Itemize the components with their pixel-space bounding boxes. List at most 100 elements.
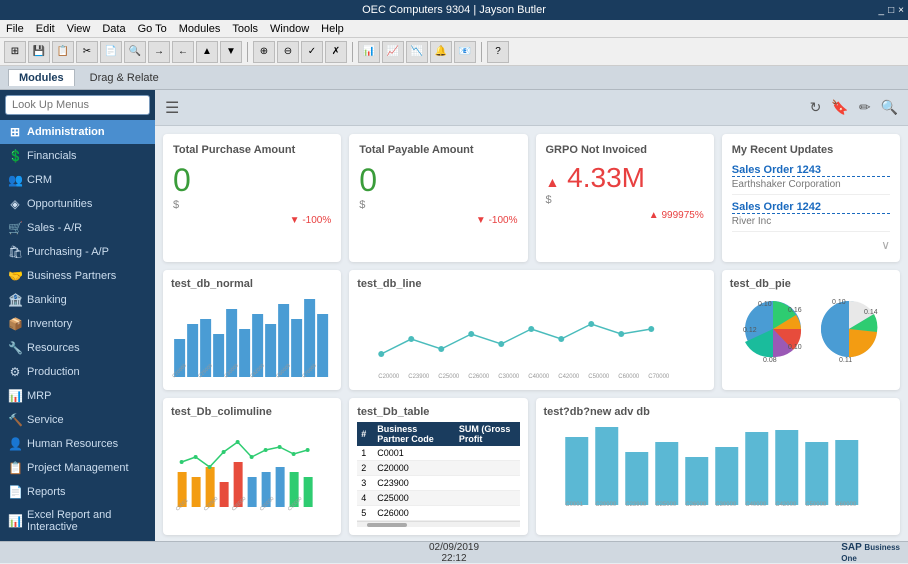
refresh-icon[interactable]: ↻ <box>810 99 822 116</box>
search-input[interactable] <box>5 95 150 115</box>
colimuline-chart-area: C0001 C23900 C26000 C30000 C50000 <box>171 422 333 515</box>
kpi-grpo-title: GRPO Not Invoiced <box>546 144 704 156</box>
table-scrollbar[interactable] <box>357 521 519 527</box>
sidebar-item-production[interactable]: ⚙ Production <box>0 360 155 384</box>
menu-bar: File Edit View Data Go To Modules Tools … <box>0 20 908 38</box>
window-controls[interactable]: _ □ × <box>879 5 904 16</box>
toolbar-btn-18[interactable]: 🔔 <box>430 41 452 63</box>
toolbar-btn-5[interactable]: 📄 <box>100 41 122 63</box>
menu-goto[interactable]: Go To <box>138 23 167 35</box>
toolbar-btn-17[interactable]: 📉 <box>406 41 428 63</box>
pie-2: 0.10 0.14 0.11 <box>814 294 884 367</box>
svg-text:0.08: 0.08 <box>763 357 777 364</box>
sidebar-item-service[interactable]: 🔨 Service <box>0 408 155 432</box>
toolbar-btn-20[interactable]: ? <box>487 41 509 63</box>
sidebar-item-project-management[interactable]: 📋 Project Management <box>0 456 155 480</box>
sidebar-item-excel-report[interactable]: 📊 Excel Report and Interactive <box>0 504 155 538</box>
adv-chart-card: test?db?new adv db C0001 C <box>536 398 901 535</box>
administration-icon: ⊞ <box>8 125 22 139</box>
toolbar-btn-9[interactable]: ▲ <box>196 41 218 63</box>
menu-tools[interactable]: Tools <box>232 23 258 35</box>
toolbar-btn-4[interactable]: ✂ <box>76 41 98 63</box>
tab-drag-relate[interactable]: Drag & Relate <box>79 69 170 87</box>
sidebar-item-opportunities[interactable]: ◈ Opportunities <box>0 192 155 216</box>
bar-chart-svg: C20000 C25000 C30000 C42000 C60000 C7000… <box>171 294 333 379</box>
excel-report-icon: 📊 <box>8 514 22 528</box>
toolbar-btn-14[interactable]: ✗ <box>325 41 347 63</box>
content-header-icons: ↻ 🔖 ✏ 🔍 <box>810 99 898 116</box>
toolbar-btn-7[interactable]: → <box>148 41 170 63</box>
toolbar-btn-16[interactable]: 📈 <box>382 41 404 63</box>
kpi-grpo-currency: $ <box>546 194 704 206</box>
table-chart-area: # Business Partner Code SUM (Gross Profi… <box>357 422 519 527</box>
svg-text:C50000: C50000 <box>589 374 611 379</box>
sidebar-label-financials: Financials <box>27 150 77 162</box>
sidebar-item-business-partners[interactable]: 🤝 Business Partners <box>0 264 155 288</box>
sidebar-item-reports[interactable]: 📄 Reports <box>0 480 155 504</box>
sidebar-label-project-management: Project Management <box>27 462 129 474</box>
search-icon[interactable]: 🔍 <box>881 99 898 116</box>
recent-updates-card: My Recent Updates Sales Order 1243 Earth… <box>722 134 900 262</box>
recent-sub-2: River Inc <box>732 216 890 232</box>
opportunities-icon: ◈ <box>8 197 22 211</box>
toolbar-btn-15[interactable]: 📊 <box>358 41 380 63</box>
sidebar-item-administration[interactable]: ⊞ Administration <box>0 120 155 144</box>
svg-text:C30000: C30000 <box>499 374 521 379</box>
maximize-btn[interactable]: □ <box>888 5 894 16</box>
table-row: 1 C0001 <box>357 446 519 461</box>
toolbar-btn-11[interactable]: ⊕ <box>253 41 275 63</box>
toolbar-btn-6[interactable]: 🔍 <box>124 41 146 63</box>
down-arrow-icon-2: ▼ <box>476 215 486 226</box>
sidebar-item-crm[interactable]: 👥 CRM <box>0 168 155 192</box>
sidebar-item-mrp[interactable]: 📊 MRP <box>0 384 155 408</box>
sidebar-label-reports: Reports <box>27 486 66 498</box>
sidebar-label-crm: CRM <box>27 174 52 186</box>
menu-data[interactable]: Data <box>102 23 125 35</box>
close-btn[interactable]: × <box>898 5 904 16</box>
line-chart-svg: C20000 C23900 C25000 C26000 C30000 C4000… <box>357 294 706 379</box>
sidebar-item-resources[interactable]: 🔧 Resources <box>0 336 155 360</box>
menu-file[interactable]: File <box>6 23 24 35</box>
toolbar-btn-2[interactable]: 💾 <box>28 41 50 63</box>
pie-chart-svg-1: 0.10 0.16 0.12 0.08 0.10 <box>738 294 808 364</box>
sidebar-item-financials[interactable]: 💲 Financials <box>0 144 155 168</box>
edit-icon[interactable]: ✏ <box>859 99 871 116</box>
sidebar-label-administration: Administration <box>27 126 105 138</box>
menu-window[interactable]: Window <box>270 23 309 35</box>
menu-help[interactable]: Help <box>321 23 344 35</box>
toolbar-btn-3[interactable]: 📋 <box>52 41 74 63</box>
sidebar-item-human-resources[interactable]: 👤 Human Resources <box>0 432 155 456</box>
sidebar-item-banking[interactable]: 🏦 Banking <box>0 288 155 312</box>
minimize-btn[interactable]: _ <box>879 5 885 16</box>
sidebar-item-inventory[interactable]: 📦 Inventory <box>0 312 155 336</box>
kpi-total-purchase: Total Purchase Amount 0 $ ▼ -100% <box>163 134 341 262</box>
sidebar-label-excel-report: Excel Report and Interactive <box>27 509 147 533</box>
toolbar-btn-1[interactable]: ⊞ <box>4 41 26 63</box>
sap-logo: SAP BusinessOne <box>841 542 900 564</box>
tab-modules[interactable]: Modules <box>8 69 75 86</box>
kpi-total-purchase-change: ▼ -100% <box>173 215 331 226</box>
hamburger-icon[interactable]: ☰ <box>165 98 179 118</box>
toolbar-btn-13[interactable]: ✓ <box>301 41 323 63</box>
menu-view[interactable]: View <box>67 23 91 35</box>
colimuline-chart-svg: C0001 C23900 C26000 C30000 C50000 <box>171 422 333 512</box>
menu-modules[interactable]: Modules <box>179 23 221 35</box>
main-layout: ⊞ Administration 💲 Financials 👥 CRM ◈ Op… <box>0 90 908 541</box>
svg-text:0.10: 0.10 <box>788 344 802 351</box>
sidebar-item-purchasing-ap[interactable]: 🛍 Purchasing - A/P <box>0 240 155 264</box>
svg-text:0.12: 0.12 <box>743 327 757 334</box>
sidebar-item-sales-ar[interactable]: 🛒 Sales - A/R <box>0 216 155 240</box>
toolbar-btn-10[interactable]: ▼ <box>220 41 242 63</box>
toolbar-btn-19[interactable]: 📧 <box>454 41 476 63</box>
table-row: 4 C25000 <box>357 491 519 506</box>
sidebar-label-inventory: Inventory <box>27 318 72 330</box>
toolbar-btn-8[interactable]: ← <box>172 41 194 63</box>
svg-text:C25000: C25000 <box>655 502 677 507</box>
toolbar-btn-12[interactable]: ⊖ <box>277 41 299 63</box>
table-row: 2 C20000 <box>357 461 519 476</box>
bookmark-icon[interactable]: 🔖 <box>831 99 848 116</box>
recent-link-2[interactable]: Sales Order 1242 <box>732 201 890 214</box>
sidebar-label-human-resources: Human Resources <box>27 438 118 450</box>
menu-edit[interactable]: Edit <box>36 23 55 35</box>
recent-link-1[interactable]: Sales Order 1243 <box>732 164 890 177</box>
